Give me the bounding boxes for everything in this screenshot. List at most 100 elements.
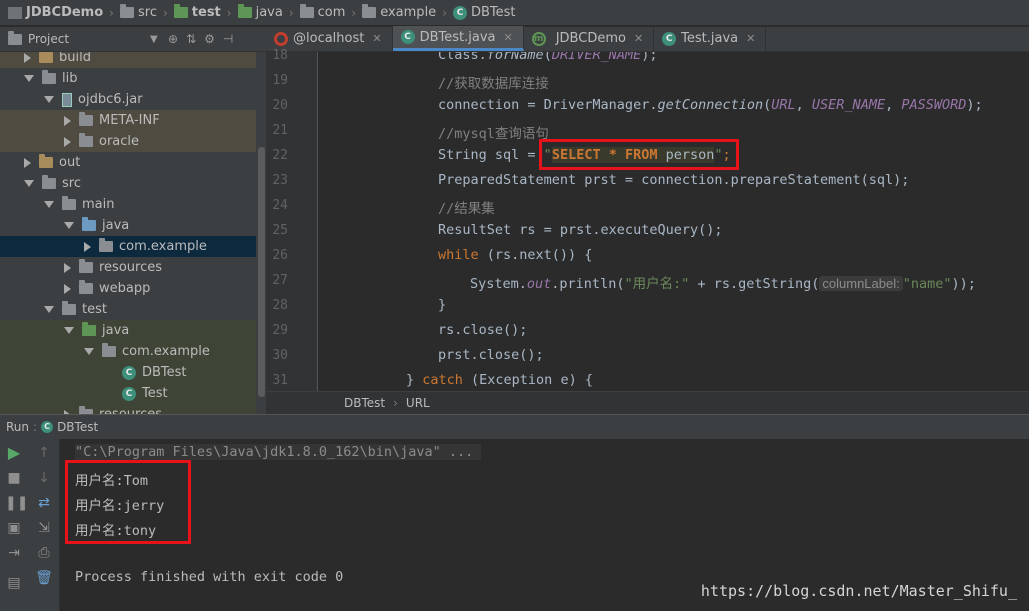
hide-icon[interactable]: ⊣ (223, 32, 233, 46)
chevron-right-icon: › (162, 5, 168, 20)
trash-icon[interactable]: 🗑 (35, 569, 53, 587)
tree-item-main-java[interactable]: java (0, 215, 256, 236)
tree-item-lib[interactable]: lib (0, 68, 256, 89)
tree-item-ojdbc6-jar[interactable]: ojdbc6.jar (0, 89, 256, 110)
tree-item-main[interactable]: main (0, 194, 256, 215)
collapse-arrow-icon[interactable] (44, 306, 54, 313)
chevron-right-icon: › (351, 5, 357, 20)
stop-icon[interactable]: ■ (5, 469, 23, 487)
collapse-arrow-icon[interactable] (44, 96, 54, 103)
collapse-arrow-icon[interactable] (64, 327, 74, 334)
soft-wrap-icon[interactable]: ⇄ (35, 494, 53, 512)
camera-icon[interactable]: ▣ (5, 519, 23, 537)
console-command[interactable]: "C:\Program Files\Java\jdk1.8.0_162\bin\… (75, 444, 482, 460)
breadcrumb-src[interactable]: src (119, 4, 157, 20)
collapse-arrow-icon[interactable] (24, 180, 34, 187)
breadcrumb-com[interactable]: com (299, 4, 345, 20)
tree-item-label: lib (62, 71, 78, 86)
breadcrumb-file[interactable]: C DBTest (453, 5, 516, 20)
tree-item-webapp[interactable]: webapp (0, 278, 256, 299)
editor-breadcrumb: DBTest › URL (266, 391, 1029, 414)
tree-item-label: build (59, 52, 91, 65)
tree-item-resources[interactable]: resources (0, 257, 256, 278)
collapse-arrow-icon[interactable] (44, 201, 54, 208)
run-config-tab[interactable]: DBTest (57, 420, 98, 434)
login-icon[interactable]: ⇥ (5, 544, 23, 562)
tree-item-test-resources[interactable]: resources (0, 404, 256, 414)
breadcrumb-example-label: example (380, 5, 437, 20)
folder-icon (119, 4, 134, 18)
rerun-icon[interactable]: ▶ (5, 444, 23, 462)
project-panel-title[interactable]: Project (28, 32, 69, 46)
expand-arrow-icon[interactable] (64, 262, 71, 273)
tree-item-test-com-example[interactable]: com.example (0, 341, 256, 362)
close-icon[interactable]: ✕ (634, 32, 643, 45)
project-folder-icon (8, 30, 22, 45)
tab-dbtest-java[interactable]: C DBTest.java ✕ (392, 26, 524, 51)
folder-icon (237, 4, 252, 18)
folder-icon (39, 154, 53, 168)
expand-arrow-icon[interactable] (64, 136, 71, 147)
line-number: 28 (272, 298, 288, 313)
close-icon[interactable]: ✕ (503, 31, 512, 44)
code-line-25: ResultSet rs = prst.executeQuery(); (438, 222, 723, 238)
tree-item-oracle[interactable]: oracle (0, 131, 256, 152)
tree-item-out[interactable]: out (0, 152, 256, 173)
line-number: 26 (272, 248, 288, 263)
collapse-arrow-icon[interactable] (24, 75, 34, 82)
pause-icon[interactable]: ❚❚ (5, 494, 28, 512)
locate-icon[interactable]: ⊕ (168, 32, 178, 46)
breadcrumb-test[interactable]: test (173, 4, 221, 20)
breadcrumb-file-label: DBTest (471, 5, 516, 20)
code-line-29: rs.close(); (438, 322, 528, 338)
tree-item-label: META-INF (99, 113, 160, 128)
tree-item-test-class[interactable]: C Test (0, 383, 256, 404)
run-toolbar: ▶ ↑ ■ ↓ ❚❚ ⇄ ▣ ⇲ ⇥ ⎙ ▤ 🗑 (0, 439, 60, 611)
project-tree-scrollbar[interactable] (258, 147, 265, 397)
gear-icon[interactable]: ⚙ (204, 32, 215, 46)
close-icon[interactable]: ✕ (372, 32, 381, 45)
tab-label: @localhost (293, 31, 365, 46)
collapse-arrow-icon[interactable] (84, 348, 94, 355)
expand-arrow-icon[interactable] (24, 157, 31, 168)
tab-jdbcdemo[interactable]: m JDBCDemo ✕ (524, 26, 655, 51)
scroll-down-icon[interactable]: ↓ (35, 469, 53, 487)
editor-breadcrumb-field[interactable]: URL (406, 396, 430, 410)
tree-item-main-com-example[interactable]: com.example (0, 236, 256, 257)
tree-item-meta-inf[interactable]: META-INF (0, 110, 256, 131)
java-class-icon: C (453, 5, 467, 20)
tree-item-src[interactable]: src (0, 173, 256, 194)
collapse-arrow-icon[interactable] (64, 222, 74, 229)
expand-arrow-icon[interactable] (64, 115, 71, 126)
code-line-19: //获取数据库连接 (438, 76, 549, 92)
breadcrumb-project[interactable]: JDBCDemo (8, 5, 103, 20)
expand-arrow-icon[interactable] (64, 283, 71, 294)
editor-breadcrumb-class[interactable]: DBTest (344, 396, 385, 410)
expand-arrow-icon[interactable] (24, 52, 31, 63)
print-icon[interactable]: ⎙ (35, 544, 53, 562)
jar-icon (62, 92, 72, 107)
breadcrumb-java[interactable]: java (237, 4, 283, 20)
close-icon[interactable]: ✕ (746, 32, 755, 45)
scroll-up-icon[interactable]: ↑ (35, 444, 53, 462)
expand-arrow-icon[interactable] (84, 241, 91, 252)
line-number: 23 (272, 173, 288, 188)
tree-item-dbtest[interactable]: C DBTest (0, 362, 256, 383)
resources-folder-icon (79, 259, 93, 273)
layout-icon[interactable]: ▤ (5, 574, 23, 592)
breadcrumb-example[interactable]: example (362, 4, 437, 20)
tree-item-build[interactable]: build (0, 52, 256, 68)
tree-item-test[interactable]: test (0, 299, 256, 320)
code-line-27: System.out.println("用户名:" + rs.getString… (470, 276, 976, 292)
code-line-31: } catch (Exception e) { (406, 372, 593, 388)
run-panel-header: Run : C DBTest (0, 414, 1029, 439)
code-editor[interactable]: Class.forName(DRIVER_NAME); //获取数据库连接 co… (318, 52, 1029, 391)
tab-test-java[interactable]: C Test.java ✕ (654, 26, 767, 51)
tree-item-test-java[interactable]: java (0, 320, 256, 341)
dropdown-arrow-icon[interactable]: ▼ (150, 34, 158, 45)
collapse-icon[interactable]: ⇅ (186, 32, 196, 46)
folder-icon (62, 196, 76, 210)
scroll-to-end-icon[interactable]: ⇲ (35, 519, 53, 537)
tree-item-label: resources (99, 407, 162, 414)
tree-item-label: DBTest (142, 365, 187, 380)
